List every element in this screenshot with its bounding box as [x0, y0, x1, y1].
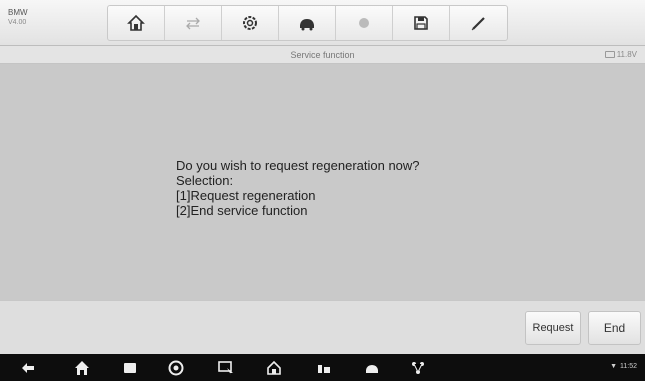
- recent-apps-button[interactable]: [122, 360, 138, 376]
- main-content: Do you wish to request regeneration now?…: [0, 64, 645, 300]
- request-button[interactable]: Request: [525, 311, 581, 345]
- vehicle-swap-icon: [186, 17, 200, 30]
- image-button[interactable]: [336, 6, 393, 40]
- battery-indicator: 11.8V: [604, 50, 637, 59]
- home-icon: [75, 361, 89, 375]
- settings-icon: [243, 16, 257, 30]
- chrome-icon: [168, 360, 184, 376]
- screen-mirror-icon: [218, 361, 233, 375]
- chrome-button[interactable]: [168, 360, 184, 376]
- vehicle-diag-icon: [366, 365, 378, 373]
- pen-icon: [471, 17, 485, 31]
- vehicle-button[interactable]: [316, 360, 332, 376]
- vehicle-info: BMW V4.00: [8, 5, 58, 39]
- vehicle-icon: [318, 365, 330, 373]
- car-home-icon: [267, 360, 281, 375]
- recent-apps-icon: [124, 363, 136, 373]
- network-button[interactable]: [410, 360, 426, 376]
- car-home-button[interactable]: [266, 360, 282, 376]
- home-button[interactable]: [108, 6, 165, 40]
- page-title: Service function: [290, 50, 355, 60]
- battery-voltage: 11.8V: [616, 50, 637, 59]
- vehicle-menu-icon: [300, 19, 314, 31]
- back-icon: [22, 363, 34, 373]
- system-nav-bar: ▼ 11:52: [0, 354, 645, 381]
- vehicle-make: BMW: [8, 8, 28, 17]
- status-clock: 11:52: [620, 363, 637, 370]
- back-button[interactable]: [20, 360, 36, 376]
- wifi-icon: ▼: [610, 363, 617, 370]
- dialog-message: Do you wish to request regeneration now?…: [176, 158, 420, 218]
- top-toolbar: BMW V4.00: [0, 0, 645, 46]
- title-bar: Service function 11.8V: [0, 46, 645, 64]
- home-icon: [127, 14, 145, 31]
- image-icon: [359, 18, 369, 28]
- pen-button[interactable]: [450, 6, 507, 40]
- network-icon: [412, 362, 424, 374]
- vehicle-swap-button[interactable]: [165, 6, 222, 40]
- settings-button[interactable]: [222, 6, 279, 40]
- vehicle-diag-button[interactable]: [364, 360, 380, 376]
- end-button[interactable]: End: [588, 311, 641, 345]
- footer-bar: Request End: [0, 300, 645, 354]
- save-icon: [414, 16, 428, 30]
- battery-icon: [604, 51, 615, 58]
- toolbar-button-group: [107, 5, 508, 41]
- save-button[interactable]: [393, 6, 450, 40]
- screen-mirror-button[interactable]: [218, 360, 234, 376]
- nav-home-button[interactable]: [74, 360, 90, 376]
- vehicle-model: V4.00: [8, 19, 27, 26]
- status-tray: ▼ 11:52: [610, 363, 637, 370]
- vehicle-menu-button[interactable]: [279, 6, 336, 40]
